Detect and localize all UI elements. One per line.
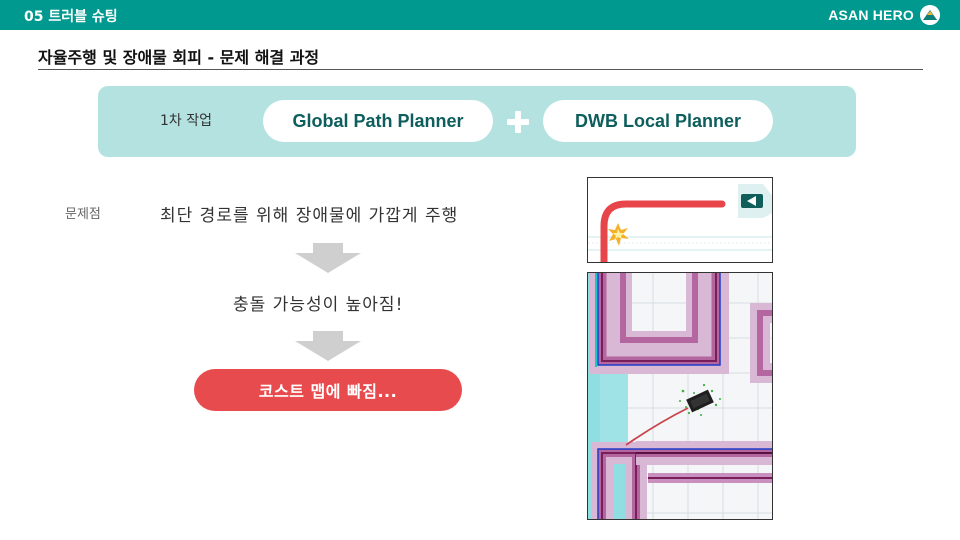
mountain-icon bbox=[920, 5, 940, 25]
brand-logo: ASAN HERO bbox=[828, 5, 940, 25]
outcome-pill: 코스트 맵에 빠짐... bbox=[194, 369, 462, 411]
plus-icon bbox=[507, 111, 529, 133]
down-arrow-icon bbox=[295, 243, 361, 273]
logo-text: ASAN HERO bbox=[828, 7, 914, 23]
title-divider bbox=[38, 69, 923, 70]
costmap-image bbox=[587, 272, 773, 520]
global-planner-pill: Global Path Planner bbox=[263, 100, 493, 142]
problem-description: 최단 경로를 위해 장애물에 가깝게 주행 bbox=[160, 206, 459, 226]
header-bar: 05 트러블 슈팅 ASAN HERO bbox=[0, 0, 960, 30]
down-arrow-icon bbox=[295, 331, 361, 361]
path-illustration bbox=[587, 177, 773, 263]
section-title: 05 트러블 슈팅 bbox=[24, 9, 118, 25]
page-title: 자율주행 및 장애물 회피 - 문제 해결 과정 bbox=[38, 48, 320, 67]
stage-label: 1차 작업 bbox=[160, 113, 212, 129]
problem-result: 충돌 가능성이 높아짐! bbox=[233, 295, 404, 315]
problem-label: 문제점 bbox=[65, 207, 101, 222]
local-planner-pill: DWB Local Planner bbox=[543, 100, 773, 142]
